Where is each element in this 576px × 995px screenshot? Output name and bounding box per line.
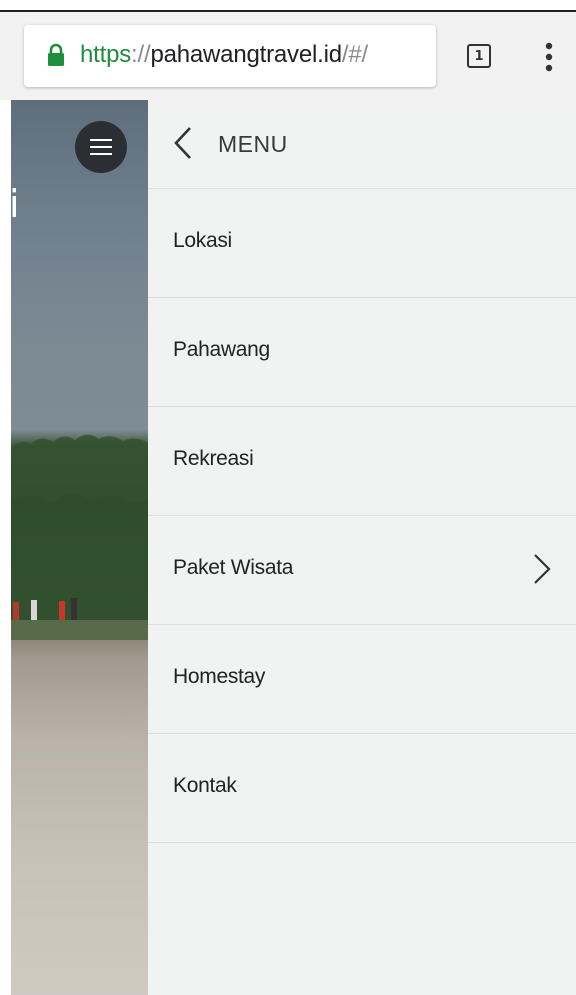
tab-switcher-button[interactable]: 1 (467, 44, 491, 68)
menu-item-paket-wisata[interactable]: Paket Wisata (148, 516, 576, 625)
page-edge (0, 100, 11, 995)
url-text[interactable]: https://pahawangtravel.id/#/ (80, 39, 368, 71)
menu-item-rekreasi[interactable]: Rekreasi (148, 407, 576, 516)
menu-list: Lokasi Pahawang Rekreasi Paket Wisata Ho… (148, 189, 576, 843)
chevron-right-icon[interactable] (533, 553, 551, 585)
menu-title: MENU (218, 131, 288, 157)
back-chevron-icon[interactable] (173, 126, 193, 160)
menu-header[interactable]: MENU (148, 100, 576, 189)
lock-icon (48, 43, 64, 66)
menu-item-label: Lokasi (173, 229, 232, 252)
navigation-drawer: MENU Lokasi Pahawang Rekreasi Paket Wisa… (148, 100, 576, 995)
url-scheme: https (80, 41, 132, 68)
address-bar[interactable]: https://pahawangtravel.id/#/ (24, 25, 436, 87)
menu-item-label: Pahawang (173, 338, 270, 361)
menu-item-homestay[interactable]: Homestay (148, 625, 576, 734)
treeline-photo-detail (11, 434, 148, 640)
hamburger-button[interactable] (75, 121, 127, 173)
url-host: pahawangtravel.id (150, 41, 342, 68)
menu-item-kontak[interactable]: Kontak (148, 734, 576, 843)
browser-toolbar: https://pahawangtravel.id/#/ 1 (0, 0, 576, 100)
url-path: /#/ (341, 41, 368, 68)
hamburger-icon (90, 139, 112, 155)
url-separator: :// (131, 41, 151, 68)
overflow-menu-icon[interactable] (541, 41, 557, 73)
menu-item-pahawang[interactable]: Pahawang (148, 298, 576, 407)
menu-item-lokasi[interactable]: Lokasi (148, 189, 576, 298)
menu-item-label: Rekreasi (173, 447, 254, 470)
menu-item-label: Homestay (173, 665, 266, 688)
hero-heading-fragment: i (9, 182, 20, 226)
status-bar-edge (0, 0, 576, 12)
menu-item-label: Paket Wisata (173, 556, 294, 579)
menu-item-label: Kontak (173, 774, 237, 797)
page-background: i (0, 100, 148, 995)
tab-count: 1 (474, 48, 484, 64)
